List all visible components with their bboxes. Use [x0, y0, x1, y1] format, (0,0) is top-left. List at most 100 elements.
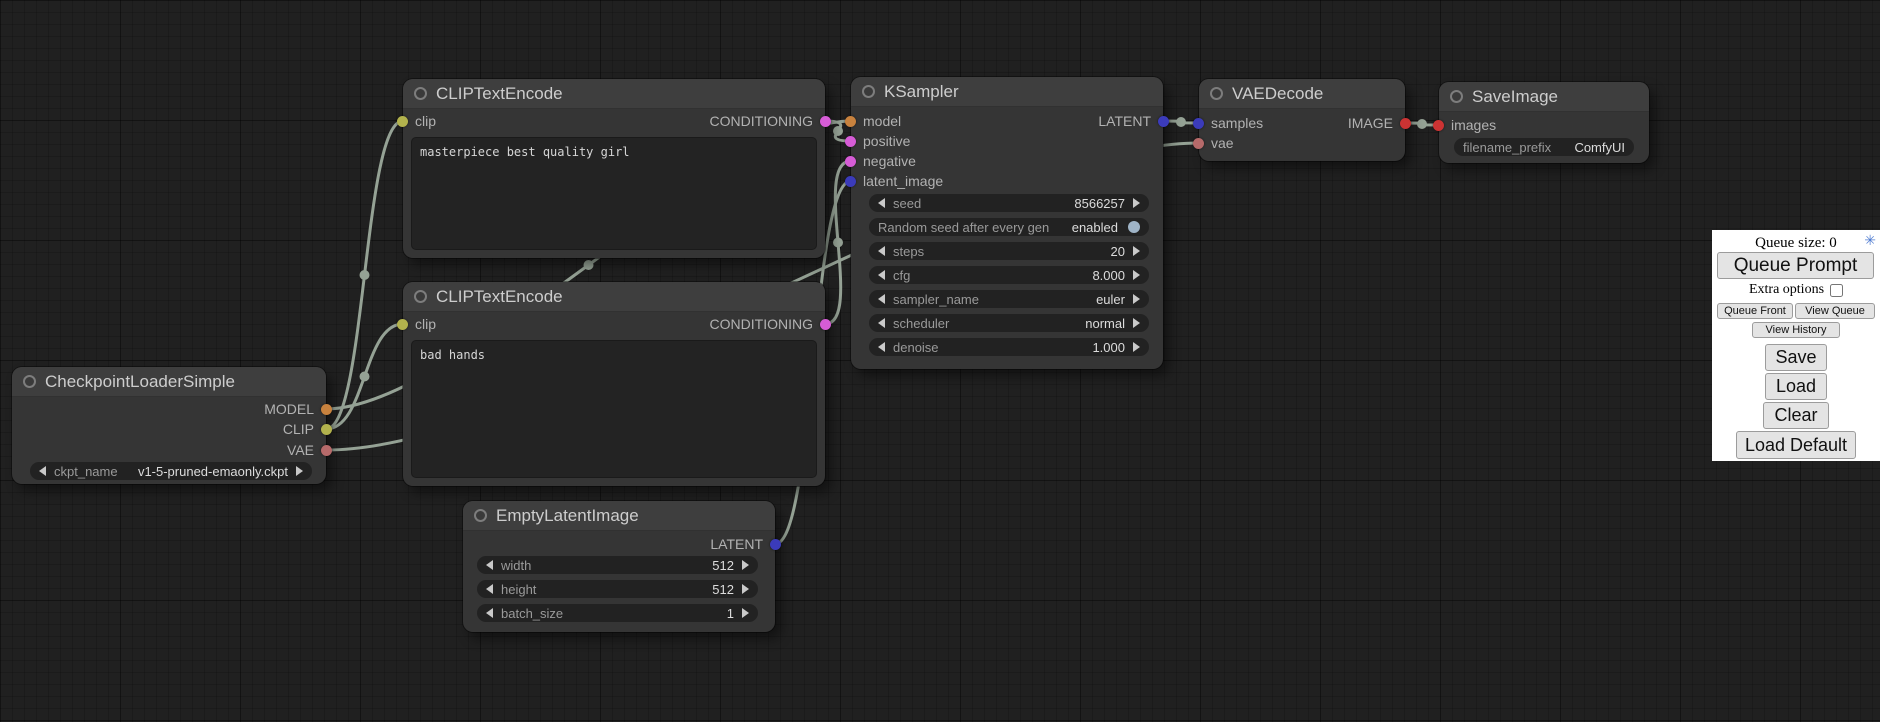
negative-input-dot[interactable] — [845, 156, 856, 167]
collapse-dot[interactable] — [1450, 90, 1463, 103]
random-seed-toggle-widget[interactable]: Random seed after every gen enabled — [869, 218, 1149, 236]
filename-prefix-widget[interactable]: filename_prefix ComfyUI — [1454, 138, 1634, 156]
collapse-dot[interactable] — [23, 375, 36, 388]
output-slot-conditioning[interactable]: CONDITIONING — [710, 113, 831, 129]
denoise-widget[interactable]: denoise 1.000 — [869, 338, 1149, 356]
node-title-bar[interactable]: CLIPTextEncode — [403, 79, 825, 109]
arrow-left-icon[interactable] — [878, 294, 885, 304]
input-slot-images[interactable]: images — [1433, 117, 1496, 133]
node-ksampler[interactable]: KSampler model positive negative latent_… — [851, 77, 1163, 369]
height-widget[interactable]: height 512 — [477, 580, 758, 598]
clear-button[interactable]: Clear — [1763, 402, 1829, 429]
arrow-right-icon[interactable] — [296, 466, 303, 476]
vae-input-dot[interactable] — [1193, 138, 1204, 149]
node-clip-text-encode-negative[interactable]: CLIPTextEncode clip CONDITIONING bad han… — [403, 282, 825, 486]
node-save-image[interactable]: SaveImage images filename_prefix ComfyUI — [1439, 82, 1649, 163]
output-slot-vae[interactable]: VAE — [287, 442, 332, 458]
arrow-left-icon[interactable] — [878, 246, 885, 256]
node-title-bar[interactable]: CLIPTextEncode — [403, 282, 825, 312]
cfg-widget[interactable]: cfg 8.000 — [869, 266, 1149, 284]
width-widget[interactable]: width 512 — [477, 556, 758, 574]
node-title-bar[interactable]: KSampler — [851, 77, 1163, 107]
load-default-button[interactable]: Load Default — [1736, 431, 1856, 459]
conditioning-output-dot[interactable] — [820, 116, 831, 127]
clip-input-dot[interactable] — [397, 116, 408, 127]
save-button[interactable]: Save — [1765, 344, 1827, 371]
queue-prompt-button[interactable]: Queue Prompt — [1717, 252, 1874, 279]
arrow-left-icon[interactable] — [878, 198, 885, 208]
ckpt-name-widget[interactable]: ckpt_name v1-5-pruned-emaonly.ckpt — [30, 462, 312, 480]
arrow-right-icon[interactable] — [1133, 294, 1140, 304]
output-slot-latent[interactable]: LATENT — [710, 536, 781, 552]
collapse-dot[interactable] — [474, 509, 487, 522]
view-history-button[interactable]: View History — [1752, 322, 1840, 338]
input-slot-negative[interactable]: negative — [845, 153, 916, 169]
settings-icon[interactable]: ✳ — [1864, 232, 1876, 249]
node-title-bar[interactable]: VAEDecode — [1199, 79, 1405, 109]
input-slot-clip[interactable]: clip — [397, 113, 436, 129]
input-slot-samples[interactable]: samples — [1193, 115, 1263, 131]
arrow-left-icon[interactable] — [486, 608, 493, 618]
arrow-left-icon[interactable] — [486, 560, 493, 570]
view-queue-button[interactable]: View Queue — [1795, 303, 1875, 319]
arrow-right-icon[interactable] — [1133, 270, 1140, 280]
input-slot-vae[interactable]: vae — [1193, 135, 1234, 151]
collapse-dot[interactable] — [414, 290, 427, 303]
collapse-dot[interactable] — [1210, 87, 1223, 100]
vae-output-dot[interactable] — [321, 445, 332, 456]
conditioning-output-dot[interactable] — [820, 319, 831, 330]
seed-widget[interactable]: seed 8566257 — [869, 194, 1149, 212]
batch-size-widget[interactable]: batch_size 1 — [477, 604, 758, 622]
clip-input-dot[interactable] — [397, 319, 408, 330]
samples-input-dot[interactable] — [1193, 118, 1204, 129]
arrow-left-icon[interactable] — [878, 342, 885, 352]
collapse-dot[interactable] — [414, 87, 427, 100]
arrow-right-icon[interactable] — [742, 584, 749, 594]
node-vae-decode[interactable]: VAEDecode samples vae IMAGE — [1199, 79, 1405, 161]
extra-options-checkbox[interactable] — [1830, 284, 1843, 297]
arrow-right-icon[interactable] — [1133, 198, 1140, 208]
model-input-dot[interactable] — [845, 116, 856, 127]
toggle-on-dot[interactable] — [1128, 221, 1140, 233]
node-title-bar[interactable]: EmptyLatentImage — [463, 501, 775, 531]
latent-output-dot[interactable] — [770, 539, 781, 550]
positive-input-dot[interactable] — [845, 136, 856, 147]
node-empty-latent-image[interactable]: EmptyLatentImage LATENT width 512 height… — [463, 501, 775, 632]
node-clip-text-encode-positive[interactable]: CLIPTextEncode clip CONDITIONING masterp… — [403, 79, 825, 258]
arrow-right-icon[interactable] — [1133, 318, 1140, 328]
clip-output-dot[interactable] — [321, 424, 332, 435]
load-button[interactable]: Load — [1765, 373, 1827, 400]
output-slot-latent[interactable]: LATENT — [1098, 113, 1169, 129]
image-output-dot[interactable] — [1400, 118, 1411, 129]
output-slot-clip[interactable]: CLIP — [283, 421, 332, 437]
graph-canvas[interactable]: CheckpointLoaderSimple MODEL CLIP VAE ck… — [0, 0, 1880, 722]
latent-image-input-dot[interactable] — [845, 176, 856, 187]
node-title-bar[interactable]: SaveImage — [1439, 82, 1649, 112]
arrow-left-icon[interactable] — [878, 270, 885, 280]
sampler-name-widget[interactable]: sampler_name euler — [869, 290, 1149, 308]
arrow-left-icon[interactable] — [486, 584, 493, 594]
input-slot-latent-image[interactable]: latent_image — [845, 173, 943, 189]
images-input-dot[interactable] — [1433, 120, 1444, 131]
arrow-left-icon[interactable] — [878, 318, 885, 328]
steps-widget[interactable]: steps 20 — [869, 242, 1149, 260]
node-checkpoint-loader[interactable]: CheckpointLoaderSimple MODEL CLIP VAE ck… — [12, 367, 326, 484]
latent-output-dot[interactable] — [1158, 116, 1169, 127]
node-title-bar[interactable]: CheckpointLoaderSimple — [12, 367, 326, 397]
prompt-textarea[interactable]: masterpiece best quality girl — [411, 137, 817, 250]
scheduler-widget[interactable]: scheduler normal — [869, 314, 1149, 332]
arrow-right-icon[interactable] — [1133, 342, 1140, 352]
queue-front-button[interactable]: Queue Front — [1717, 303, 1793, 319]
prompt-textarea[interactable]: bad hands — [411, 340, 817, 478]
input-slot-model[interactable]: model — [845, 113, 901, 129]
input-slot-positive[interactable]: positive — [845, 133, 910, 149]
input-slot-clip[interactable]: clip — [397, 316, 436, 332]
arrow-right-icon[interactable] — [742, 608, 749, 618]
output-slot-image[interactable]: IMAGE — [1348, 115, 1411, 131]
arrow-left-icon[interactable] — [39, 466, 46, 476]
collapse-dot[interactable] — [862, 85, 875, 98]
arrow-right-icon[interactable] — [742, 560, 749, 570]
model-output-dot[interactable] — [321, 404, 332, 415]
arrow-right-icon[interactable] — [1133, 246, 1140, 256]
output-slot-model[interactable]: MODEL — [264, 401, 332, 417]
